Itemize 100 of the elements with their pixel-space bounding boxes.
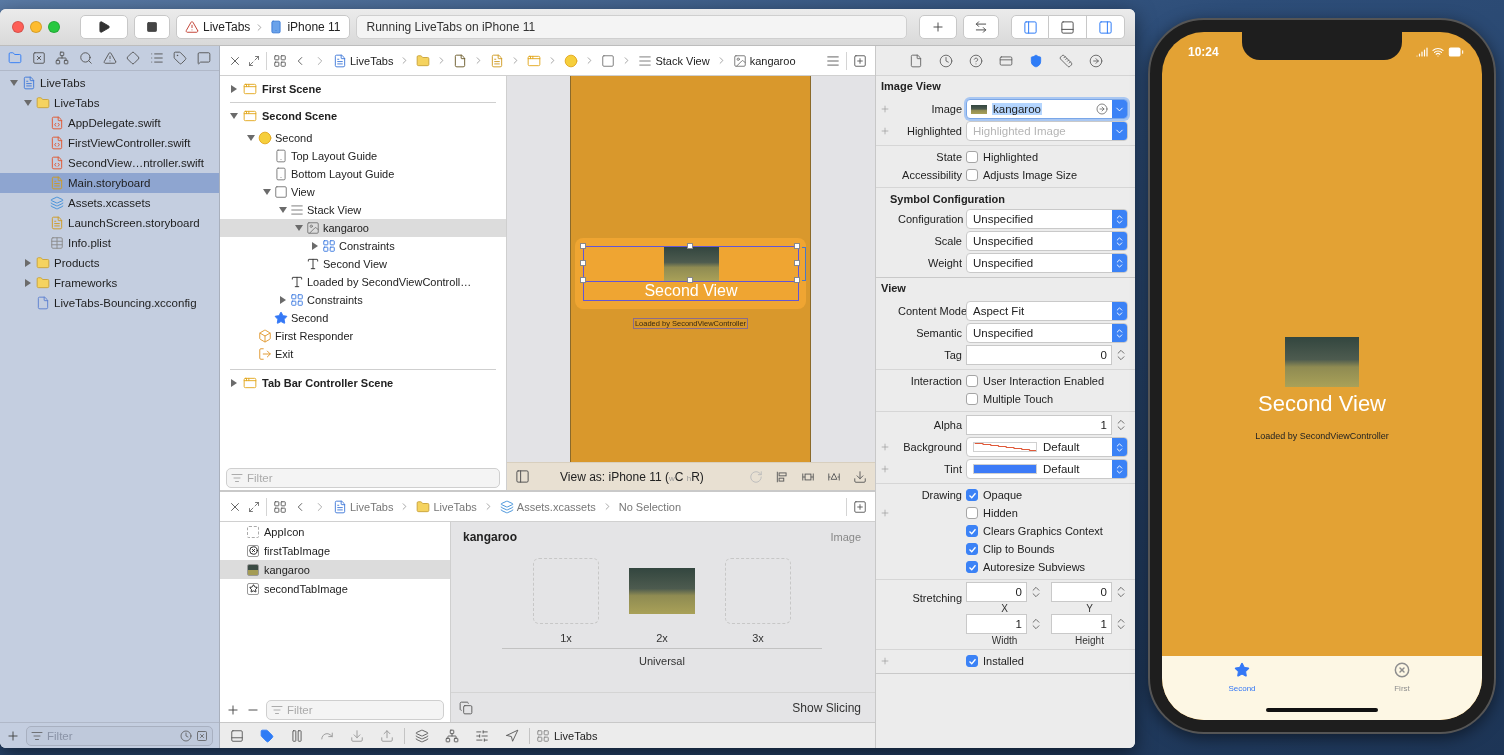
card-icon[interactable] xyxy=(998,53,1013,68)
panel-icon[interactable] xyxy=(230,728,244,743)
list-icon[interactable] xyxy=(149,51,164,65)
path-crumb[interactable] xyxy=(527,53,542,68)
panel-toggle[interactable] xyxy=(1011,15,1049,39)
plus-icon[interactable] xyxy=(226,702,240,717)
path-crumb[interactable]: LiveTabs xyxy=(333,53,394,68)
path-crumb[interactable]: LiveTabs xyxy=(333,499,394,514)
resize-handle[interactable] xyxy=(687,277,693,283)
ruler-icon[interactable] xyxy=(1058,53,1073,68)
minimize-button[interactable] xyxy=(30,21,42,33)
sliders-icon[interactable] xyxy=(475,728,489,743)
file-tree-item[interactable]: Frameworks xyxy=(0,273,219,293)
file-tree-item[interactable]: Assets.xcassets xyxy=(0,193,219,213)
checkbox[interactable] xyxy=(966,375,978,387)
file-tree-item[interactable]: Main.storyboard xyxy=(0,173,219,193)
outline-item[interactable]: Second xyxy=(220,309,506,327)
sidebar-icon[interactable] xyxy=(515,469,530,484)
number-field[interactable]: 1 xyxy=(966,614,1027,634)
file-tree-item[interactable]: LiveTabs xyxy=(0,73,219,93)
path-crumb[interactable] xyxy=(564,53,579,68)
target-selector[interactable]: LiveTabs xyxy=(536,728,598,743)
asset-item[interactable]: secondTabImage xyxy=(220,579,450,598)
clock-icon[interactable] xyxy=(180,729,192,742)
speech-bubble-icon[interactable] xyxy=(197,51,211,65)
resize-handle[interactable] xyxy=(794,243,800,249)
checkbox[interactable] xyxy=(966,489,978,501)
popup-button[interactable]: Unspecified xyxy=(966,231,1128,251)
breakpoint-icon[interactable] xyxy=(260,728,274,743)
disclosure-triangle[interactable] xyxy=(24,99,32,107)
align-icon[interactable] xyxy=(775,469,789,484)
disclosure-triangle[interactable] xyxy=(279,296,287,304)
number-field[interactable]: 1 xyxy=(1051,614,1112,634)
location-icon[interactable] xyxy=(505,728,519,743)
shield-icon[interactable] xyxy=(1028,53,1043,68)
tab-bar-item[interactable]: Second xyxy=(1162,656,1322,720)
checkbox[interactable] xyxy=(966,393,978,405)
scene-item[interactable]: Tab Bar Controller Scene xyxy=(230,370,496,396)
checkbox[interactable] xyxy=(966,169,978,181)
file-tree-item[interactable]: Products xyxy=(0,253,219,273)
path-crumb[interactable]: No Selection xyxy=(618,500,682,513)
add-editor-icon[interactable] xyxy=(853,53,867,68)
asset-item[interactable]: kangaroo xyxy=(220,560,450,579)
stop-button[interactable] xyxy=(134,15,170,39)
checkbox[interactable] xyxy=(966,543,978,555)
grid-icon[interactable] xyxy=(273,499,287,514)
panel-toggle[interactable] xyxy=(1087,15,1125,39)
outline-item[interactable]: Second View xyxy=(220,255,506,273)
clock-icon[interactable] xyxy=(938,53,953,68)
file-tree-item[interactable]: FirstViewController.swift xyxy=(0,133,219,153)
color-popup-button[interactable]: Default xyxy=(966,459,1128,479)
popup-button[interactable]: Aspect Fit xyxy=(966,301,1128,321)
scene-item[interactable]: Second Scene xyxy=(230,103,496,129)
square-x-icon[interactable] xyxy=(196,729,208,742)
lines-icon[interactable] xyxy=(826,53,840,68)
outline-item[interactable]: First Responder xyxy=(220,327,506,345)
resize-handle[interactable] xyxy=(794,277,800,283)
path-crumb[interactable]: LiveTabs xyxy=(416,499,477,514)
pause-icon[interactable] xyxy=(290,728,304,743)
diamond-icon[interactable] xyxy=(126,51,141,65)
filter-field[interactable]: Filter xyxy=(266,699,444,720)
outline-item[interactable]: Exit xyxy=(220,345,506,363)
outline-item[interactable]: View xyxy=(220,183,506,201)
number-field[interactable]: 1 xyxy=(966,415,1112,435)
number-field[interactable]: 0 xyxy=(966,345,1112,365)
asset-item[interactable]: AppIcon xyxy=(220,522,450,541)
file-tree-item[interactable]: LiveTabs-Bouncing.xcconfig xyxy=(0,293,219,313)
popup-button[interactable]: Unspecified xyxy=(966,209,1128,229)
folder-icon[interactable] xyxy=(8,51,22,65)
outline-item[interactable]: Stack View xyxy=(220,201,506,219)
disclosure-triangle[interactable] xyxy=(247,134,255,142)
path-crumb[interactable]: Assets.xcassets xyxy=(499,499,596,514)
disclosure-triangle[interactable] xyxy=(230,112,238,120)
disclosure-triangle[interactable] xyxy=(24,279,32,287)
resize-handle[interactable] xyxy=(580,277,586,283)
number-field[interactable]: 0 xyxy=(966,582,1027,602)
outline-item[interactable]: Loaded by SecondViewControll… xyxy=(220,273,506,291)
disclosure-triangle[interactable] xyxy=(311,242,319,250)
number-field[interactable]: 0 xyxy=(1051,582,1112,602)
disclosure-triangle[interactable] xyxy=(24,259,32,267)
checkbox[interactable] xyxy=(966,561,978,573)
file-tree-item[interactable]: AppDelegate.swift xyxy=(0,113,219,133)
path-crumb[interactable] xyxy=(453,53,468,68)
color-popup-button[interactable]: Default xyxy=(966,437,1128,457)
resize-handle[interactable] xyxy=(580,260,586,266)
disclosure-triangle[interactable] xyxy=(10,79,18,87)
path-crumb[interactable] xyxy=(490,53,505,68)
panel-toggle[interactable] xyxy=(1049,15,1087,39)
grid-icon[interactable] xyxy=(273,53,287,68)
disclosure-triangle[interactable] xyxy=(279,206,287,214)
checkbox[interactable] xyxy=(966,525,978,537)
warning-icon[interactable] xyxy=(102,51,117,65)
resize-handle[interactable] xyxy=(794,260,800,266)
arrow-circle-icon[interactable] xyxy=(1088,53,1103,68)
expand-icon[interactable] xyxy=(248,54,260,67)
step-out-icon[interactable] xyxy=(380,728,394,743)
filter-field[interactable]: Filter xyxy=(226,467,500,488)
show-slicing-button[interactable]: Show Slicing xyxy=(792,700,861,715)
hierarchy-icon[interactable] xyxy=(55,51,70,65)
tag-icon[interactable] xyxy=(173,51,188,65)
